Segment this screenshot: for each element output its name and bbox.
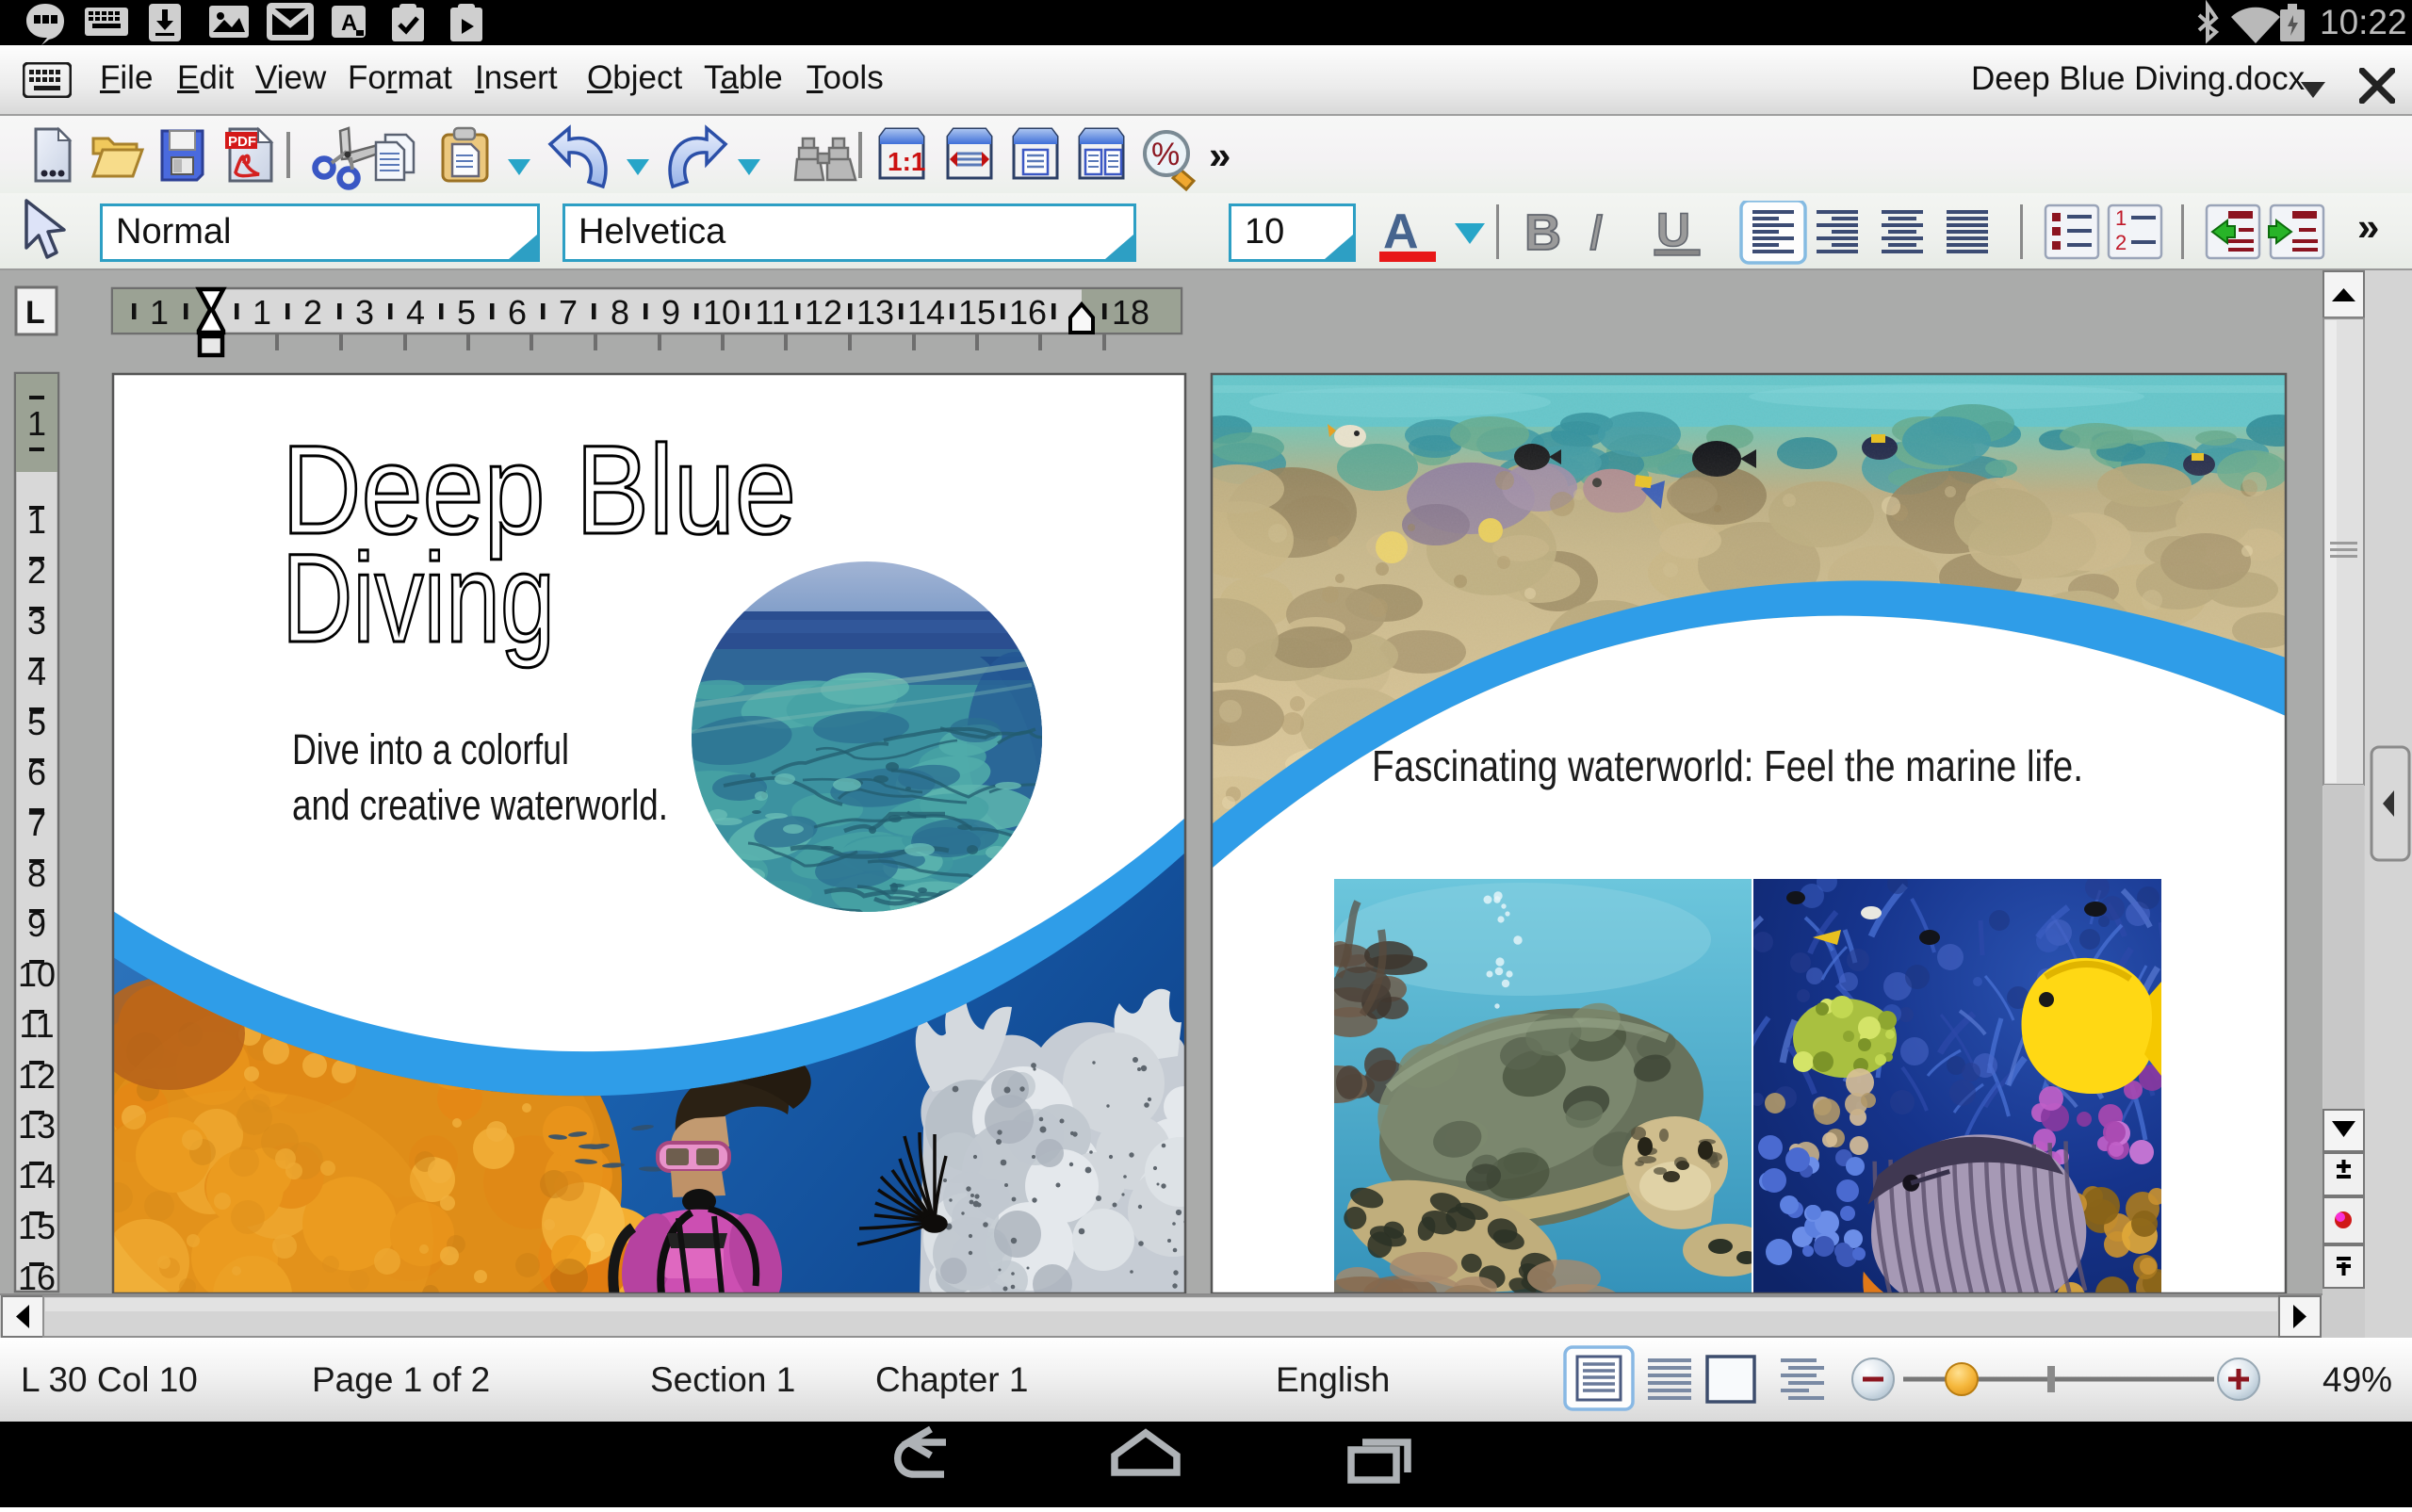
svg-text:11: 11 xyxy=(755,293,790,332)
svg-text:5: 5 xyxy=(457,293,476,332)
svg-text:6: 6 xyxy=(508,293,527,332)
svg-text:10: 10 xyxy=(703,293,741,332)
svg-text:1: 1 xyxy=(253,293,271,332)
svg-text:Dive into a colorful: Dive into a colorful xyxy=(292,725,569,773)
svg-text:13: 13 xyxy=(856,293,894,332)
svg-text:7: 7 xyxy=(559,293,578,332)
svg-text:1:1: 1:1 xyxy=(888,147,925,176)
svg-text:12: 12 xyxy=(805,293,842,332)
svg-text:2: 2 xyxy=(303,293,322,332)
svg-text:PDF: PDF xyxy=(228,134,256,150)
svg-text:9: 9 xyxy=(661,293,680,332)
svg-text:8: 8 xyxy=(611,293,629,332)
svg-text:A: A xyxy=(1383,204,1419,259)
svg-text:B: B xyxy=(1524,204,1561,261)
svg-text:1: 1 xyxy=(2115,206,2127,230)
svg-text:I: I xyxy=(1589,204,1603,261)
svg-text:»: » xyxy=(1209,133,1230,177)
svg-text:14: 14 xyxy=(907,293,945,332)
svg-text:1: 1 xyxy=(27,404,46,443)
svg-text:A: A xyxy=(341,10,357,36)
svg-text:»: » xyxy=(2357,204,2379,249)
svg-text:Fascinating waterworld: Feel t: Fascinating waterworld: Feel the marine … xyxy=(1372,741,2083,790)
svg-text:Diving: Diving xyxy=(282,528,555,669)
svg-text:3: 3 xyxy=(355,293,374,332)
svg-text:1: 1 xyxy=(150,293,169,332)
svg-text:U: U xyxy=(1656,203,1690,256)
svg-text:%: % xyxy=(1151,137,1180,172)
svg-text:18: 18 xyxy=(1112,293,1149,332)
svg-text:10:22: 10:22 xyxy=(2320,3,2407,41)
svg-text:4: 4 xyxy=(406,293,425,332)
svg-text:2: 2 xyxy=(2115,231,2127,254)
svg-text:and creative waterworld.: and creative waterworld. xyxy=(292,781,668,829)
svg-text:16: 16 xyxy=(1009,293,1047,332)
svg-text:L: L xyxy=(25,295,45,331)
svg-text:15: 15 xyxy=(958,293,996,332)
